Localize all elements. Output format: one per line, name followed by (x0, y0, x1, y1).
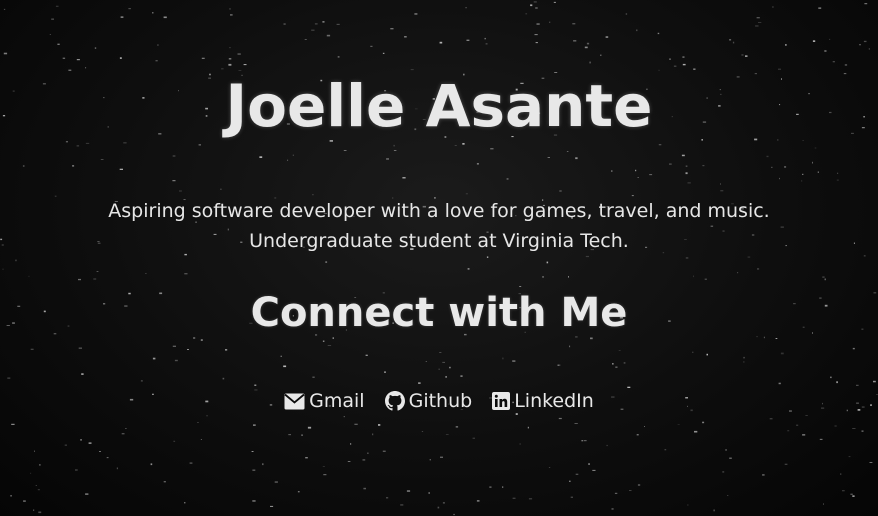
bio-line-2: Undergraduate student at Virginia Tech. (249, 230, 629, 252)
hero-section: Joelle Asante Aspiring software develope… (0, 0, 878, 516)
github-link-label: Github (408, 390, 473, 412)
bio-text: Aspiring software developer with a love … (0, 196, 878, 256)
gmail-link[interactable]: Gmail (284, 390, 365, 412)
bio-line-1: Aspiring software developer with a love … (108, 200, 770, 222)
connect-heading: Connect with Me (250, 290, 628, 336)
linkedin-link-label: LinkedIn (514, 390, 594, 412)
linkedin-link[interactable]: LinkedIn (492, 390, 594, 412)
social-links: Gmail Github LinkedIn (0, 390, 878, 412)
page-title: Joelle Asante (225, 72, 653, 140)
envelope-icon (284, 393, 305, 409)
github-link[interactable]: Github (384, 390, 473, 412)
github-icon (384, 391, 405, 411)
linkedin-icon (492, 392, 511, 410)
gmail-link-label: Gmail (309, 390, 365, 412)
